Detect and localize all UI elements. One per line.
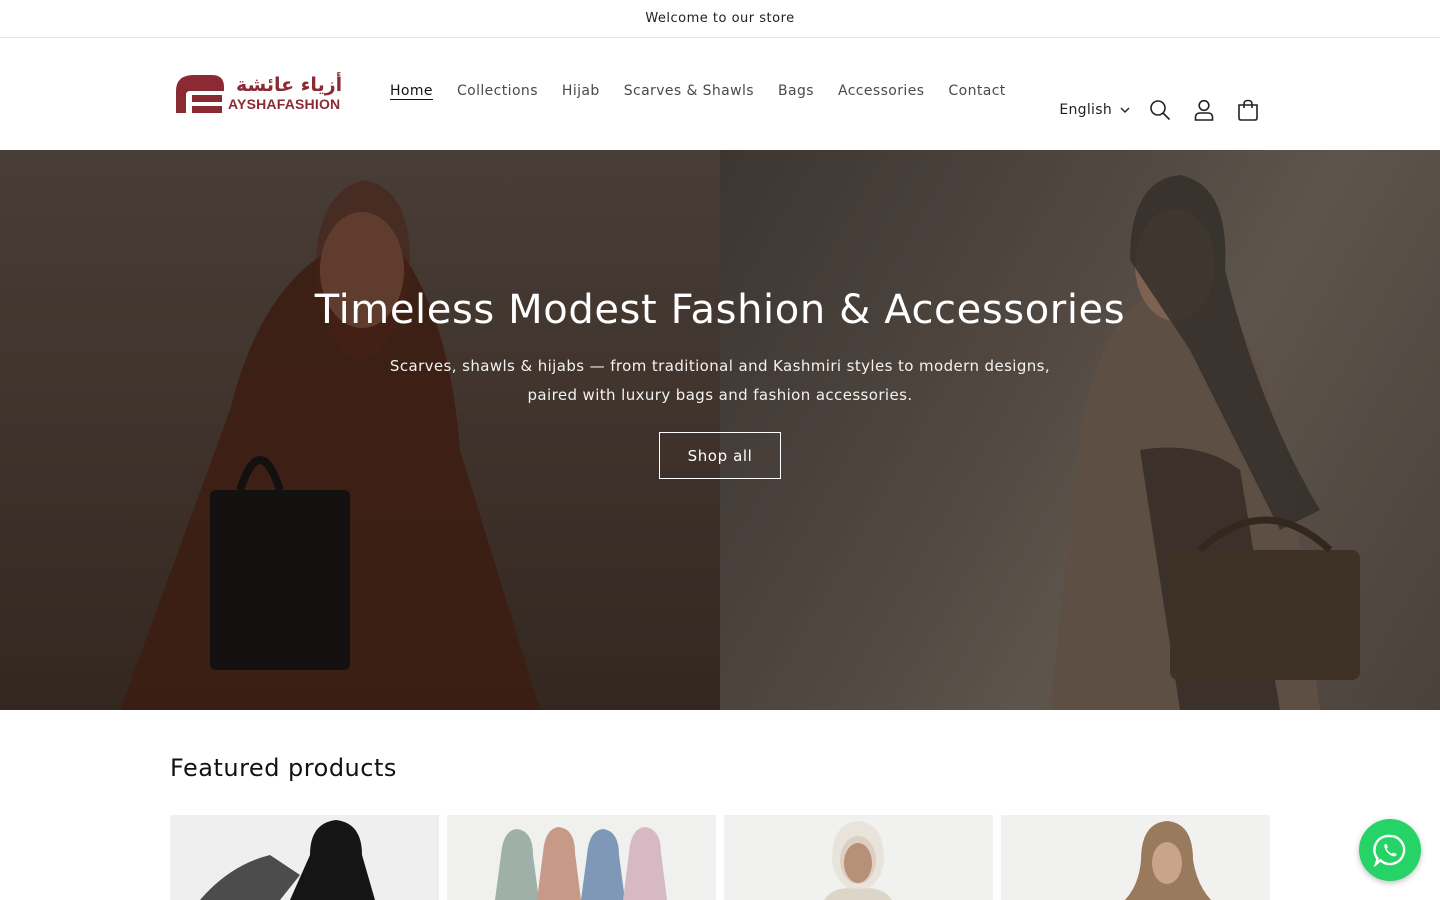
account-button[interactable] [1182, 88, 1226, 132]
whatsapp-chat-button[interactable] [1359, 819, 1421, 881]
product-card[interactable] [447, 815, 716, 900]
nav-collections[interactable]: Collections [445, 79, 550, 103]
product-grid [170, 815, 1270, 900]
search-icon [1150, 100, 1171, 121]
header-actions: English [1059, 88, 1270, 132]
cart-button[interactable] [1226, 88, 1270, 132]
product-card[interactable] [1001, 815, 1270, 900]
hero-subtitle: Scarves, shawls & hijabs — from traditio… [389, 357, 1051, 404]
store-logo[interactable]: أزياء عائشة AYSHAFASHION [172, 68, 348, 118]
announcement-text: Welcome to our store [645, 11, 795, 26]
hero-title: Timeless Modest Fashion & Accessories [314, 287, 1126, 333]
announcement-bar: Welcome to our store [0, 0, 1440, 38]
whatsapp-icon [1373, 834, 1406, 867]
product-card[interactable] [170, 815, 439, 900]
site-header: أزياء عائشة AYSHAFASHION Home Collection… [0, 38, 1440, 149]
logo-arabic-text: أزياء عائشة [236, 74, 343, 96]
language-selector[interactable]: English [1059, 102, 1130, 118]
language-label: English [1059, 102, 1112, 118]
logo-latin-text: AYSHAFASHION [228, 96, 341, 112]
hero-banner: Timeless Modest Fashion & Accessories Sc… [0, 150, 1440, 710]
account-icon [1194, 99, 1214, 121]
search-button[interactable] [1138, 88, 1182, 132]
cart-icon [1238, 99, 1258, 121]
main-nav: Home Collections Hijab Scarves & Shawls … [378, 79, 1018, 103]
logo-mark [172, 71, 226, 115]
nav-bags[interactable]: Bags [766, 79, 826, 103]
nav-accessories[interactable]: Accessories [826, 79, 936, 103]
nav-home[interactable]: Home [378, 79, 445, 103]
nav-scarves-shawls[interactable]: Scarves & Shawls [612, 79, 766, 103]
nav-hijab[interactable]: Hijab [550, 79, 612, 103]
product-card[interactable] [724, 815, 993, 900]
nav-contact[interactable]: Contact [936, 79, 1017, 103]
shop-all-button[interactable]: Shop all [659, 432, 781, 479]
chevron-down-icon [1120, 107, 1130, 113]
hero-content: Timeless Modest Fashion & Accessories Sc… [0, 282, 1440, 479]
featured-products-heading: Featured products [170, 754, 397, 782]
